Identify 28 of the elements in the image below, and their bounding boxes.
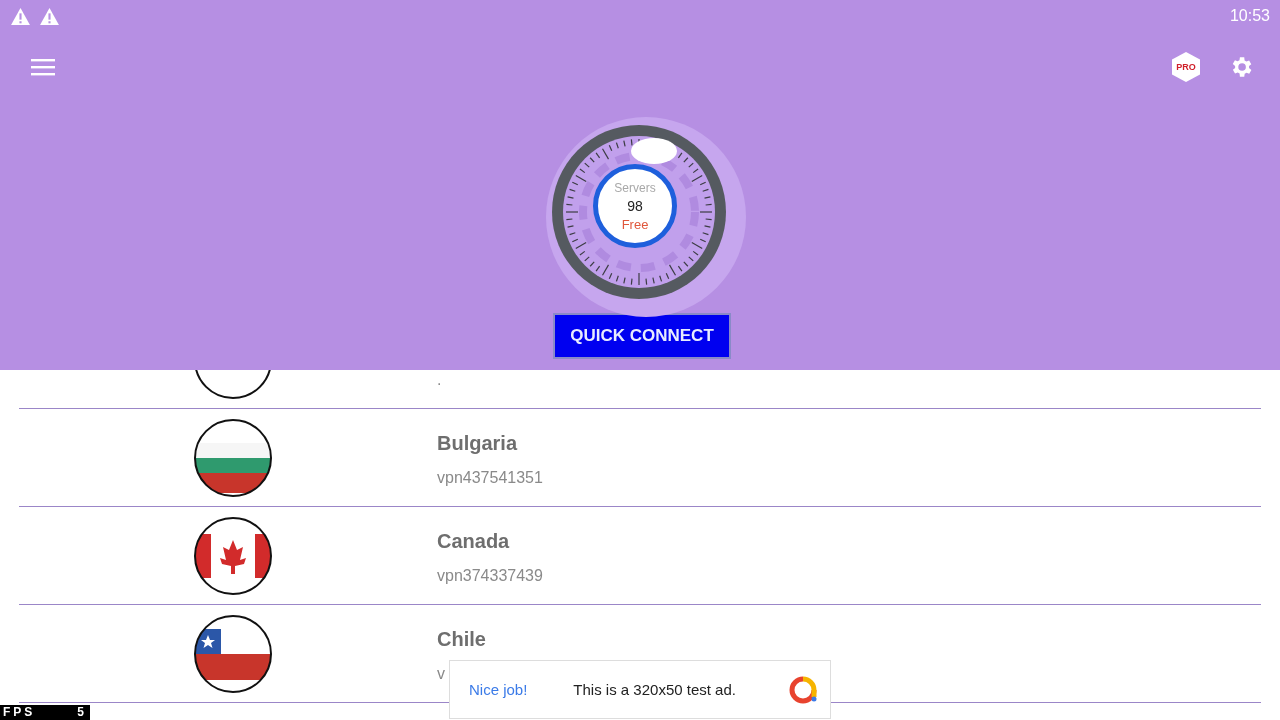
server-row[interactable]: . — [19, 370, 1261, 409]
server-row[interactable]: Canada vpn374337439 — [19, 507, 1261, 605]
country-name: Chile — [437, 628, 486, 651]
server-id: vpn374337439 — [437, 567, 543, 585]
fps-value: 5 — [77, 705, 87, 720]
server-id: . — [437, 371, 442, 389]
gauge-label: Servers — [614, 180, 656, 195]
flag-icon — [193, 417, 273, 498]
server-count: 98 — [627, 197, 643, 214]
ad-text: This is a 320x50 test ad. — [573, 681, 736, 698]
plan-label: Free — [621, 216, 649, 232]
ad-headline: Nice job! — [469, 681, 528, 698]
fps-label: FPS — [3, 705, 36, 720]
menu-icon[interactable] — [31, 58, 55, 76]
country-name: Canada — [437, 530, 511, 553]
server-row[interactable]: Bulgaria vpn437541351 — [19, 409, 1261, 507]
warning-icon — [39, 6, 60, 26]
server-id: v — [437, 665, 446, 683]
ad-banner[interactable]: Nice job! This is a 320x50 test ad. — [449, 660, 831, 719]
status-time: 10:53 — [1229, 7, 1270, 25]
ad-logo-icon — [788, 674, 818, 705]
quick-connect-button[interactable]: QUICK CONNECT — [553, 313, 731, 359]
warning-icon — [10, 6, 31, 26]
pro-badge[interactable]: PRO — [1172, 52, 1200, 82]
country-name: Bulgaria — [437, 432, 519, 455]
flag-icon — [193, 515, 273, 596]
server-id: vpn437541351 — [437, 469, 543, 487]
flag-icon — [193, 613, 273, 694]
